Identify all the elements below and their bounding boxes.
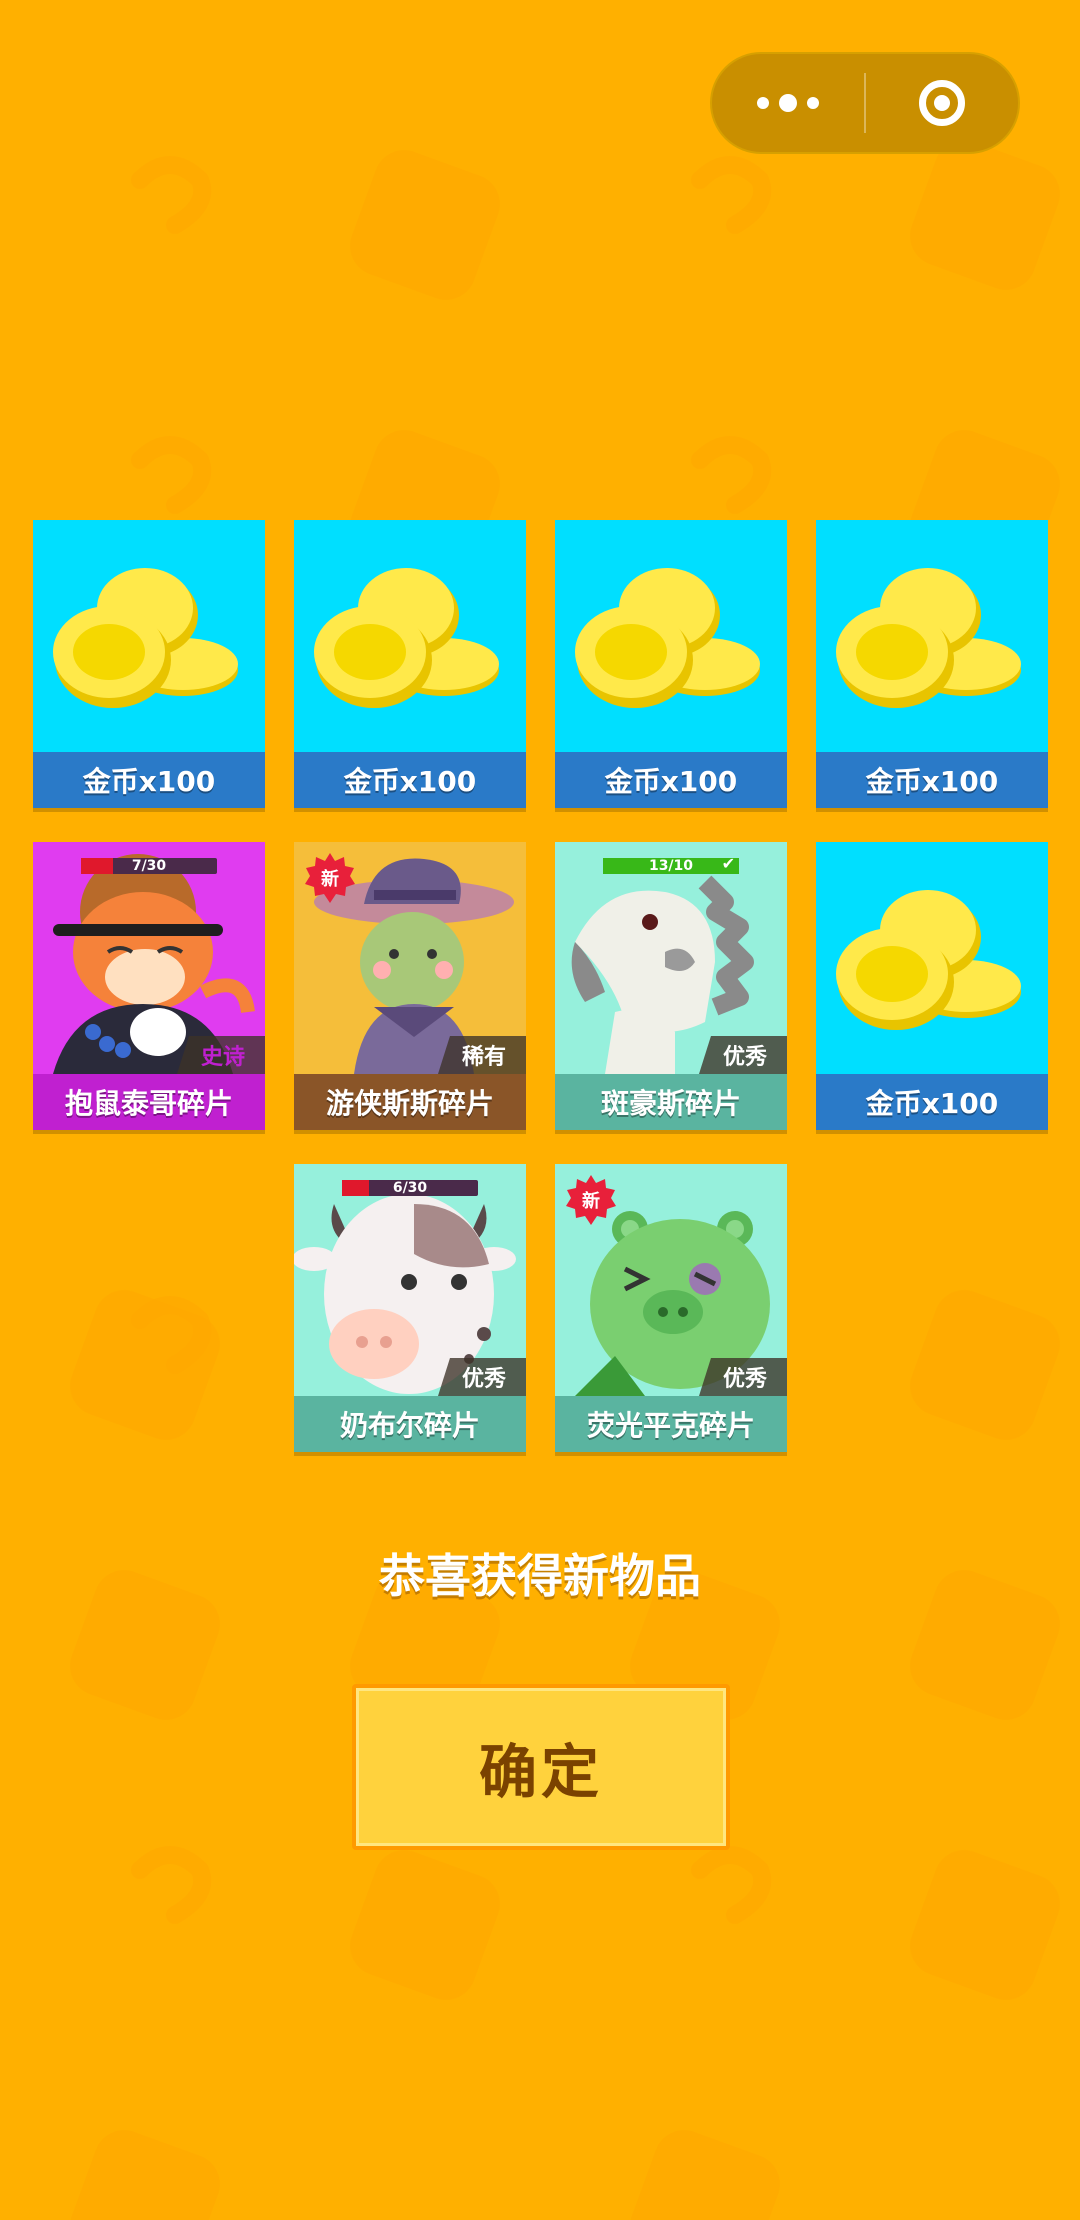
card-label: 游侠斯斯碎片 xyxy=(294,1074,526,1130)
menu-capsule xyxy=(710,52,1020,154)
new-badge-text: 新 xyxy=(582,1191,600,1212)
progress-text: 13/10 xyxy=(648,858,694,874)
reward-card-good-shard: 新 优秀 荧光平克碎片 xyxy=(555,1164,787,1452)
progress-text: 7/30 xyxy=(131,858,167,874)
card-label: 奶布尔碎片 xyxy=(294,1396,526,1452)
new-badge-text: 新 xyxy=(321,869,339,890)
confirm-button[interactable]: 确定 xyxy=(352,1684,730,1850)
rarity-tag: 稀有 xyxy=(437,1036,526,1074)
reward-card-coin: 金币x100 xyxy=(816,520,1048,808)
progress-fill xyxy=(342,1180,370,1196)
card-label: 金币x100 xyxy=(816,1074,1048,1130)
progress-text: 6/30 xyxy=(392,1180,428,1196)
new-badge: 新 xyxy=(565,1174,617,1226)
more-button[interactable] xyxy=(712,54,864,152)
shard-progress-bar: 7/30 xyxy=(81,858,217,874)
rarity-tag: 史诗 xyxy=(176,1036,265,1074)
card-label: 金币x100 xyxy=(294,752,526,808)
coins-icon xyxy=(314,568,499,708)
card-label: 抱鼠泰哥碎片 xyxy=(33,1074,265,1130)
rarity-tag: 优秀 xyxy=(698,1036,787,1074)
card-label: 斑豪斯碎片 xyxy=(555,1074,787,1130)
coins-icon xyxy=(575,568,760,708)
card-label: 荧光平克碎片 xyxy=(555,1396,787,1452)
target-close-icon xyxy=(919,80,965,126)
rarity-tag: 优秀 xyxy=(437,1358,526,1396)
reward-card-rare-shard: 新 稀有 游侠斯斯碎片 xyxy=(294,842,526,1130)
coins-icon xyxy=(836,890,1021,1030)
more-dots-icon xyxy=(757,94,819,112)
reward-card-coin: 金币x100 xyxy=(294,520,526,808)
progress-fill xyxy=(81,858,113,874)
coins-icon xyxy=(836,568,1021,708)
card-label: 金币x100 xyxy=(33,752,265,808)
new-badge: 新 xyxy=(304,852,356,904)
congrats-title: 恭喜获得新物品 xyxy=(379,1549,701,1603)
reward-card-coin: 金币x100 xyxy=(816,842,1048,1130)
reward-card-good-shard: 13/10 ✔ 优秀 斑豪斯碎片 xyxy=(555,842,787,1130)
checkmark-icon: ✔ xyxy=(721,854,735,873)
shard-progress-bar: 6/30 xyxy=(342,1180,478,1196)
close-miniprogram-button[interactable] xyxy=(866,54,1018,152)
reward-card-good-shard: 6/30 优秀 奶布尔碎片 xyxy=(294,1164,526,1452)
reward-card-epic-shard: 7/30 史诗 抱鼠泰哥碎片 xyxy=(33,842,265,1130)
card-label: 金币x100 xyxy=(555,752,787,808)
card-label: 金币x100 xyxy=(816,752,1048,808)
reward-card-coin: 金币x100 xyxy=(33,520,265,808)
reward-card-coin: 金币x100 xyxy=(555,520,787,808)
rarity-tag: 优秀 xyxy=(698,1358,787,1396)
shard-progress-bar: 13/10 ✔ xyxy=(603,854,739,874)
coins-icon xyxy=(53,568,238,708)
